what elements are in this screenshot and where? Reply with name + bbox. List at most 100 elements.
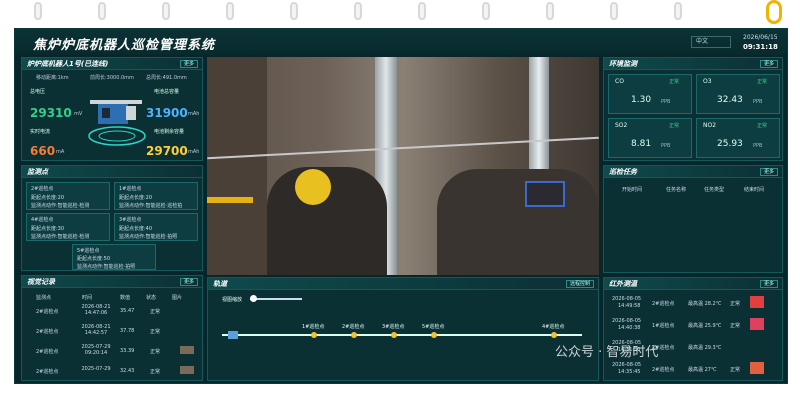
report-more-button[interactable]: 更多 — [179, 278, 198, 286]
table-cell: 2#巡检点 — [36, 369, 59, 375]
binder-ring — [610, 2, 618, 20]
track-point[interactable] — [391, 332, 397, 338]
record-thumbnail[interactable] — [180, 346, 194, 354]
paperclip-icon — [766, 0, 782, 24]
point-card[interactable]: 2#巡检点 距起点长度:20 监测点动作:智能巡检·检测 — [26, 182, 110, 210]
binder-ring — [674, 2, 682, 20]
point-name: 2#巡检点 — [31, 186, 54, 192]
table-cell: 2026-08-05 — [612, 318, 642, 324]
capacity-unit: mAh — [188, 111, 200, 117]
binder-ring — [290, 2, 298, 20]
gas-card[interactable]: O3 正常 32.43 PPB — [696, 74, 780, 114]
voltage-value: 29310 — [30, 106, 72, 120]
col-header: 监测点 — [36, 295, 52, 301]
track-point[interactable] — [351, 332, 357, 338]
table-cell: 最高温 28.2℃ — [688, 301, 722, 307]
table-cell: 正常 — [150, 309, 161, 315]
point-name: 5#巡检点 — [77, 248, 100, 254]
binder-ring — [546, 2, 554, 20]
table-cell: 35.47 — [120, 308, 135, 314]
gas-card[interactable]: SO2 正常 8.81 PPB — [608, 118, 692, 158]
gas-value: 25.93 — [717, 139, 743, 149]
track-point-label: 1#巡检点 — [302, 324, 325, 330]
table-cell: 正常 — [730, 367, 741, 373]
point-detail: 距起点长度:20 — [31, 195, 65, 201]
voltage-label: 总电压 — [30, 89, 46, 95]
gas-card[interactable]: CO 正常 1.30 PPB — [608, 74, 692, 114]
binder-ring — [482, 2, 490, 20]
point-detail: 距起点长度:40 — [119, 226, 153, 232]
env-panel: 环境监测 更多 CO 正常 1.30 PPB O3 正常 32.43 PPB S… — [603, 57, 783, 161]
infra-more-button[interactable]: 更多 — [759, 280, 778, 288]
points-panel: 监测点 2#巡检点 距起点长度:20 监测点动作:智能巡检·检测 1#巡检点 距… — [21, 165, 203, 271]
track-point-label: 3#巡检点 — [382, 324, 405, 330]
point-card[interactable]: 4#巡检点 距起点长度:30 监测点动作:智能巡检·检测 — [26, 213, 110, 241]
track-point[interactable] — [311, 332, 317, 338]
voltage-unit: mV — [74, 111, 83, 117]
binder-ring — [354, 2, 362, 20]
thermal-thumbnail[interactable] — [750, 362, 764, 374]
table-cell: 正常 — [730, 301, 741, 307]
thermal-thumbnail[interactable] — [750, 318, 764, 330]
table-cell: 正常 — [150, 349, 161, 355]
table-cell: 2026-08-05 — [612, 362, 642, 368]
table-cell: 2025-07-29 09:20:14 — [81, 344, 111, 356]
gas-status: 正常 — [669, 79, 680, 85]
thermal-thumbnail[interactable] — [750, 296, 764, 308]
page-title: 焦炉炉底机器人巡检管理系统 — [33, 38, 216, 53]
robot-title: 炉炉底机器人1号(已连线) — [27, 60, 109, 68]
table-cell: 最高温 25.9℃ — [688, 323, 722, 329]
zoom-slider-handle[interactable] — [250, 295, 257, 302]
camera-feed[interactable] — [207, 57, 599, 275]
title-bar: 焦炉炉底机器人巡检管理系统 中文 2026/06/15 09:31:18 — [15, 29, 787, 55]
record-thumbnail[interactable] — [180, 366, 194, 374]
table-cell: 2#巡检点 — [36, 309, 59, 315]
track-line — [222, 334, 582, 336]
table-cell: 2#巡检点 — [652, 367, 675, 373]
gas-card[interactable]: NO2 正常 25.93 PPB — [696, 118, 780, 158]
capacity-value: 31900 — [146, 106, 188, 120]
points-title: 监测点 — [27, 168, 48, 176]
table-cell: 正常 — [150, 329, 161, 335]
point-detail: 监测点动作:智能巡检·检测 — [31, 234, 90, 240]
env-more-button[interactable]: 更多 — [759, 60, 778, 68]
point-card[interactable]: 1#巡检点 距起点长度:20 监测点动作:智能巡检·巡检拍 — [114, 182, 198, 210]
track-point[interactable] — [431, 332, 437, 338]
notebook-top — [0, 0, 800, 28]
current-unit: mA — [56, 149, 65, 155]
binder-ring — [162, 2, 170, 20]
table-cell: 2026-08-21 14:42:57 — [81, 324, 111, 336]
remain-label: 电池剩余容量 — [154, 129, 185, 135]
robot-stat: 移动距离:1km — [36, 75, 69, 81]
point-card[interactable]: 3#巡检点 距起点长度:40 监测点动作:智能巡检·拍照 — [114, 213, 198, 241]
col-header: 时间 — [82, 295, 93, 301]
gas-unit: PPB — [753, 143, 763, 149]
table-cell: 正常 — [150, 369, 161, 375]
gas-status: 正常 — [757, 79, 768, 85]
remain-value: 29700 — [146, 144, 188, 158]
gas-unit: PPB — [661, 99, 671, 105]
current-label: 实时电流 — [30, 129, 51, 135]
remote-control-button[interactable]: 远程控制 — [565, 280, 594, 288]
remain-unit: mAh — [188, 149, 200, 155]
gas-name: SO2 — [615, 122, 628, 129]
wall-left — [207, 57, 267, 275]
point-detail: 距起点长度:30 — [31, 226, 65, 232]
table-cell: 14:49:58 — [618, 303, 641, 309]
track-point[interactable] — [551, 332, 557, 338]
point-card[interactable]: 5#巡检点 距起点长度:50 监测点动作:智能巡检·拍照 — [72, 244, 156, 270]
gas-unit: PPB — [753, 99, 763, 105]
language-select[interactable]: 中文 — [691, 36, 731, 48]
gas-value: 8.81 — [631, 139, 652, 149]
table-cell: 2#巡检点 — [36, 329, 59, 335]
gas-status: 正常 — [669, 123, 680, 129]
point-detail: 距起点长度:20 — [119, 195, 153, 201]
robot-more-button[interactable]: 更多 — [179, 60, 198, 68]
point-name: 4#巡检点 — [31, 217, 54, 223]
gas-value: 32.43 — [717, 95, 743, 105]
zoom-slider[interactable] — [250, 298, 302, 300]
robot-image — [88, 100, 146, 146]
robot-marker-icon — [228, 331, 238, 339]
point-name: 3#巡检点 — [119, 217, 142, 223]
tasks-more-button[interactable]: 更多 — [759, 168, 778, 176]
